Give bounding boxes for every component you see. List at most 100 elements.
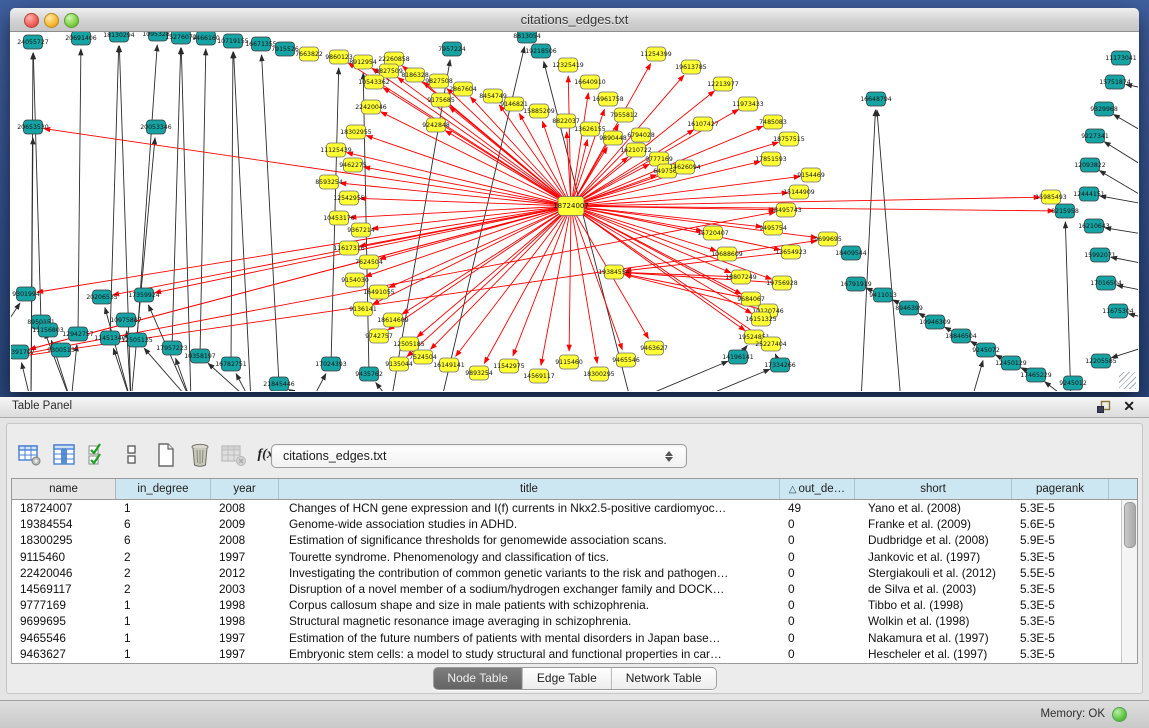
graph-edge[interactable]	[347, 153, 571, 206]
cell-title[interactable]: Genome-wide association studies in ADHD.	[279, 516, 780, 532]
cell-name[interactable]: 9777169	[12, 597, 116, 613]
cell-pagerank[interactable]: 5.3E-5	[1012, 630, 1109, 646]
cell-title[interactable]: Changes of HCN gene expression and I(f) …	[279, 500, 780, 516]
cell-in_degree[interactable]: 1	[116, 597, 211, 613]
graph-edge[interactable]	[417, 206, 571, 337]
cell-in_degree[interactable]: 2	[116, 565, 211, 581]
memory-ok-indicator[interactable]	[1112, 707, 1127, 722]
cell-out_de[interactable]: 0	[780, 646, 855, 662]
graph-edge[interactable]	[181, 48, 191, 391]
cell-pagerank[interactable]: 5.9E-5	[1012, 532, 1109, 548]
cell-short[interactable]: Yano et al. (2008)	[855, 500, 1012, 516]
cell-short[interactable]: Hescheler et al. (1997)	[855, 646, 1012, 662]
cell-year[interactable]: 2008	[211, 532, 279, 548]
cell-name[interactable]: 19384554	[12, 516, 116, 532]
cell-out_de[interactable]: 0	[780, 630, 855, 646]
cell-out_de[interactable]: 0	[780, 613, 855, 629]
graph-edge[interactable]	[431, 206, 571, 349]
cell-title[interactable]: Tourette syndrome. Phenomenology and cla…	[279, 549, 780, 565]
graph-edge[interactable]	[311, 374, 326, 391]
window-titlebar[interactable]: citations_edges.txt	[10, 8, 1139, 32]
cell-short[interactable]: Dudbridge et al. (2008)	[855, 532, 1012, 548]
graph-edge[interactable]	[365, 206, 571, 276]
graph-edge[interactable]	[200, 49, 206, 356]
cell-in_degree[interactable]: 1	[116, 500, 211, 516]
cell-title[interactable]: Investigating the contribution of common…	[279, 565, 780, 581]
cell-year[interactable]: 1998	[211, 597, 279, 613]
cell-year[interactable]: 1997	[211, 630, 279, 646]
cell-name[interactable]: 9115460	[12, 549, 116, 565]
table-selector-combobox[interactable]: citations_edges.txt	[271, 444, 687, 468]
cell-out_de[interactable]: 0	[780, 532, 855, 548]
cell-out_de[interactable]: 0	[780, 597, 855, 613]
graph-edge[interactable]	[1114, 115, 1138, 142]
close-panel-icon[interactable]: ✕	[1123, 398, 1135, 415]
window-resize-grip[interactable]	[1119, 372, 1136, 389]
cell-pagerank[interactable]: 5.3E-5	[1012, 549, 1109, 565]
cell-year[interactable]: 2003	[211, 581, 279, 597]
cell-title[interactable]: Structural magnetic resonance image aver…	[279, 613, 780, 629]
graph-edge[interactable]	[360, 198, 571, 206]
graph-edge[interactable]	[1105, 228, 1138, 237]
cell-in_degree[interactable]: 1	[116, 630, 211, 646]
cell-pagerank[interactable]: 5.3E-5	[1012, 581, 1109, 597]
cell-year[interactable]: 1997	[211, 549, 279, 565]
graph-edge[interactable]	[571, 206, 1054, 211]
graph-edge[interactable]	[456, 206, 571, 356]
network-canvas[interactable]: 1872400724055727206914061813029410953287…	[11, 32, 1138, 391]
cell-name[interactable]: 22420046	[12, 565, 116, 581]
graph-edge[interactable]	[877, 110, 901, 391]
cell-pagerank[interactable]: 5.3E-5	[1012, 500, 1109, 516]
cell-year[interactable]: 2008	[211, 500, 279, 516]
trash-icon[interactable]	[187, 442, 213, 468]
cell-title[interactable]: Estimation of the future numbers of pati…	[279, 630, 780, 646]
table-row[interactable]: 2242004622012Investigating the contribut…	[12, 565, 1137, 581]
cell-name[interactable]: 9699695	[12, 613, 116, 629]
cell-in_degree[interactable]: 6	[116, 532, 211, 548]
table-row[interactable]: 969969511998Structural magnetic resonanc…	[12, 613, 1137, 629]
cell-name[interactable]: 18724007	[12, 500, 116, 516]
graph-edge[interactable]	[78, 49, 81, 334]
cell-short[interactable]: Wolkin et al. (1998)	[855, 613, 1012, 629]
cell-in_degree[interactable]: 1	[116, 646, 211, 662]
graph-edge[interactable]	[236, 374, 251, 391]
cell-short[interactable]: Tibbo et al. (1998)	[855, 597, 1012, 613]
cell-pagerank[interactable]: 5.3E-5	[1012, 613, 1109, 629]
graph-edge[interactable]	[33, 53, 41, 322]
cell-short[interactable]: Stergiakouli et al. (2012)	[855, 565, 1012, 581]
select-columns-icon[interactable]	[85, 442, 111, 468]
graph-edge[interactable]	[625, 252, 791, 271]
cell-year[interactable]: 1997	[211, 646, 279, 662]
column-visibility-icon[interactable]	[51, 442, 77, 468]
table-row[interactable]: 1872400712008Changes of HCN gene express…	[12, 500, 1137, 516]
cell-title[interactable]: Estimation of significance thresholds fo…	[279, 532, 780, 548]
column-header-in_degree[interactable]: in_degree	[116, 479, 211, 499]
cell-short[interactable]: Franke et al. (2009)	[855, 516, 1012, 532]
graph-edge[interactable]	[131, 138, 155, 391]
cell-in_degree[interactable]: 2	[116, 549, 211, 565]
vertical-scrollbar[interactable]	[1121, 500, 1137, 663]
graph-edge[interactable]	[176, 358, 191, 391]
graph-edge[interactable]	[289, 389, 311, 391]
table-row[interactable]: 1456911722003Disruption of a novel membe…	[12, 581, 1137, 597]
graph-edge[interactable]	[376, 383, 391, 391]
cell-out_de[interactable]: 0	[780, 516, 855, 532]
table-row[interactable]: 946554611997Estimation of the future num…	[12, 630, 1137, 646]
tab-network-table[interactable]: Network Table	[612, 668, 716, 689]
cell-name[interactable]: 18300295	[12, 532, 116, 548]
graph-edge[interactable]	[373, 206, 571, 304]
table-row[interactable]: 1830029562008Estimation of significance …	[12, 532, 1137, 548]
table-settings-icon[interactable]	[17, 442, 43, 468]
table-row[interactable]: 946362711997Embryonic stem cells: a mode…	[12, 646, 1137, 662]
table-row[interactable]: 1938455462009Genome-wide association stu…	[12, 516, 1137, 532]
cell-year[interactable]: 2009	[211, 516, 279, 532]
cell-in_degree[interactable]: 2	[116, 581, 211, 597]
cell-out_de[interactable]: 0	[780, 581, 855, 597]
graph-edge[interactable]	[571, 176, 800, 206]
cell-name[interactable]: 9465546	[12, 630, 116, 646]
graph-edge[interactable]	[1104, 142, 1138, 177]
column-header-year[interactable]: year	[211, 479, 279, 499]
cell-name[interactable]: 14569117	[12, 581, 116, 597]
delete-table-icon[interactable]	[221, 442, 247, 468]
cell-out_de[interactable]: 49	[780, 500, 855, 516]
